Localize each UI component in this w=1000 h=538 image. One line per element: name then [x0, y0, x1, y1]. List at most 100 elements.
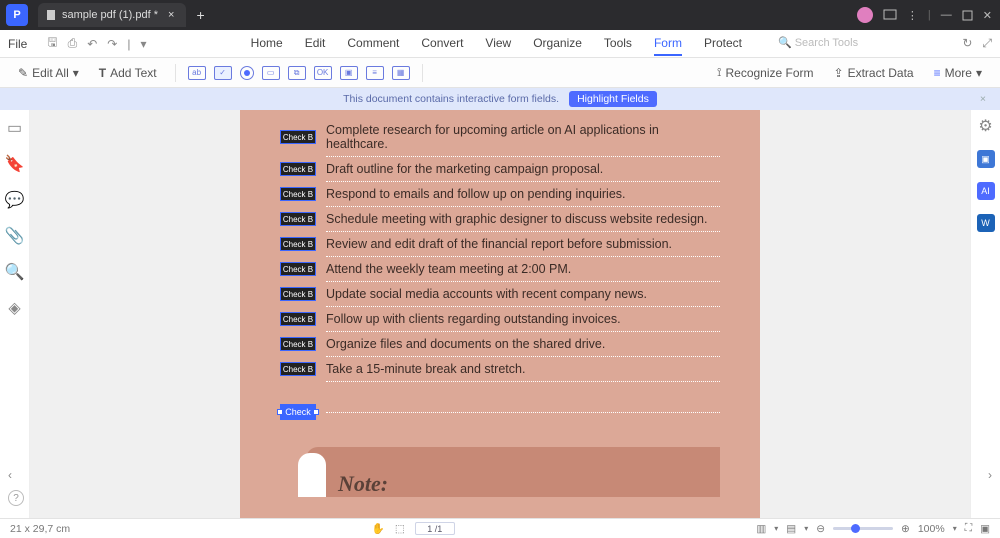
- minimize-icon[interactable]: —: [941, 9, 952, 21]
- new-tab-button[interactable]: +: [196, 7, 204, 23]
- layers-icon[interactable]: ◈: [8, 298, 20, 318]
- zoom-slider[interactable]: [833, 527, 893, 530]
- undo-icon[interactable]: ↶: [87, 37, 97, 51]
- task-text: Follow up with clients regarding outstan…: [326, 312, 621, 326]
- expand-icon[interactable]: ⤢: [982, 36, 992, 51]
- view-mode-1-icon[interactable]: ▥: [756, 523, 766, 535]
- combo-field-icon[interactable]: ▭: [262, 66, 280, 80]
- edit-all-button[interactable]: ✎Edit All▾: [12, 64, 85, 82]
- menu-home[interactable]: Home: [251, 32, 283, 56]
- menu-form[interactable]: Form: [654, 32, 682, 56]
- ai-badge-icon[interactable]: AI: [977, 182, 995, 200]
- task-text: Attend the weekly team meeting at 2:00 P…: [326, 262, 571, 276]
- search-placeholder: Search Tools: [795, 33, 858, 53]
- comments-icon[interactable]: 💬: [5, 190, 25, 210]
- list-field-icon[interactable]: ⧉: [288, 66, 306, 80]
- canvas[interactable]: Check BComplete research for upcoming ar…: [30, 110, 970, 518]
- search-tools[interactable]: 🔍 Search Tools: [778, 32, 858, 56]
- menu-tools[interactable]: Tools: [604, 32, 632, 56]
- page-prev-icon[interactable]: ‹: [8, 468, 12, 482]
- kebab-menu-icon[interactable]: ⋮: [907, 9, 918, 22]
- check-field[interactable]: Check B: [280, 187, 316, 201]
- menu-convert[interactable]: Convert: [421, 32, 463, 56]
- edit-all-label: Edit All: [32, 66, 69, 80]
- extract-data-button[interactable]: ⇪Extract Data: [828, 64, 920, 82]
- task-text: Schedule meeting with graphic designer t…: [326, 212, 707, 226]
- task-row: Check B Attend the weekly team meeting at…: [280, 257, 720, 281]
- menu-view[interactable]: View: [485, 32, 511, 56]
- help-icon[interactable]: ?: [8, 490, 24, 506]
- view-mode-2-icon[interactable]: ▤: [786, 523, 796, 535]
- form-toolbar: ✎Edit All▾ TAdd Text ab ✓ ▭ ⧉ OK ▣ ≡ ▦ ⟟…: [0, 58, 1000, 88]
- document-tab[interactable]: sample pdf (1).pdf * ×: [38, 3, 186, 27]
- divider: |: [127, 37, 130, 51]
- check-field[interactable]: Check B: [280, 362, 316, 376]
- check-field[interactable]: Check B: [280, 130, 316, 144]
- redo-icon[interactable]: ↷: [107, 37, 117, 51]
- check-field[interactable]: Check B: [280, 162, 316, 176]
- search-icon[interactable]: 🔍: [5, 262, 25, 282]
- add-text-label: Add Text: [110, 66, 156, 80]
- check-field[interactable]: Check B: [280, 312, 316, 326]
- radio-field-icon[interactable]: [240, 66, 254, 80]
- more-label: More: [945, 66, 972, 80]
- maximize-icon[interactable]: [962, 10, 973, 21]
- bookmarks-icon[interactable]: 🔖: [5, 154, 25, 174]
- share-badge-icon[interactable]: ▣: [977, 150, 995, 168]
- word-badge-icon[interactable]: W: [977, 214, 995, 232]
- task-text: Take a 15-minute break and stretch.: [326, 362, 525, 376]
- menu-edit[interactable]: Edit: [305, 32, 326, 56]
- zoom-out-icon[interactable]: ⊖: [816, 523, 825, 535]
- user-avatar-icon[interactable]: [857, 7, 873, 23]
- close-window-icon[interactable]: ✕: [983, 9, 992, 22]
- banner-close-icon[interactable]: ×: [980, 93, 986, 105]
- fullscreen-icon[interactable]: ▣: [980, 523, 990, 535]
- page-next-icon[interactable]: ›: [988, 468, 992, 482]
- sig-field-icon[interactable]: ≡: [366, 66, 384, 80]
- check-field[interactable]: Check B: [280, 212, 316, 226]
- menu-protect[interactable]: Protect: [704, 32, 742, 56]
- image-field-icon[interactable]: ▣: [340, 66, 358, 80]
- menu-comment[interactable]: Comment: [347, 32, 399, 56]
- button-field-icon[interactable]: OK: [314, 66, 332, 80]
- sync-icon[interactable]: ↻: [962, 36, 972, 51]
- date-field-icon[interactable]: ▦: [392, 66, 410, 80]
- dotted-line: [326, 381, 720, 382]
- save-icon[interactable]: 🖫: [47, 33, 57, 54]
- check-field[interactable]: Check B: [280, 262, 316, 276]
- settings-icon[interactable]: ⚙: [978, 116, 992, 136]
- page-number-input[interactable]: 1 /1: [415, 522, 455, 535]
- attachments-icon[interactable]: 📎: [5, 226, 25, 246]
- screen-icon[interactable]: [883, 8, 897, 22]
- fit-icon[interactable]: ⛶: [965, 522, 972, 535]
- hand-tool-icon[interactable]: ✋: [372, 522, 385, 535]
- recognize-form-button[interactable]: ⟟Recognize Form: [711, 63, 820, 82]
- check-field[interactable]: Check B: [280, 337, 316, 351]
- print-icon[interactable]: ⎙: [68, 36, 78, 51]
- file-icon: [46, 10, 56, 20]
- menu-organize[interactable]: Organize: [533, 32, 582, 56]
- check-field[interactable]: Check B: [280, 287, 316, 301]
- close-tab-icon[interactable]: ×: [164, 9, 178, 21]
- task-row: Check BUpdate social media accounts with…: [280, 282, 720, 306]
- task-text: Organize files and documents on the shar…: [326, 337, 605, 351]
- highlight-fields-button[interactable]: Highlight Fields: [569, 91, 657, 107]
- select-tool-icon[interactable]: ⬚: [395, 523, 405, 535]
- task-row: Check B Respond to emails and follow up o…: [280, 182, 720, 206]
- divider: |: [928, 9, 931, 21]
- right-rail: ⚙ ▣ AI W: [970, 110, 1000, 518]
- task-row: Check B Organize files and documents on t…: [280, 332, 720, 356]
- task-row: Check B Follow up with clients regarding …: [280, 307, 720, 331]
- check-field[interactable]: Check B: [280, 237, 316, 251]
- thumbnails-icon[interactable]: ▭: [7, 118, 22, 138]
- text-field-icon[interactable]: ab: [188, 66, 206, 80]
- zoom-in-icon[interactable]: ⊕: [901, 523, 910, 535]
- menu-file[interactable]: File: [8, 37, 27, 51]
- zoom-value[interactable]: 100%: [918, 523, 945, 535]
- task-text: Respond to emails and follow up on pendi…: [326, 187, 626, 201]
- note-title: Note:: [338, 471, 388, 497]
- checkbox-field-icon[interactable]: ✓: [214, 66, 232, 80]
- add-text-button[interactable]: TAdd Text: [93, 64, 163, 82]
- check-field-selected[interactable]: Check: [280, 404, 316, 420]
- more-button[interactable]: ≡More▾: [928, 64, 988, 82]
